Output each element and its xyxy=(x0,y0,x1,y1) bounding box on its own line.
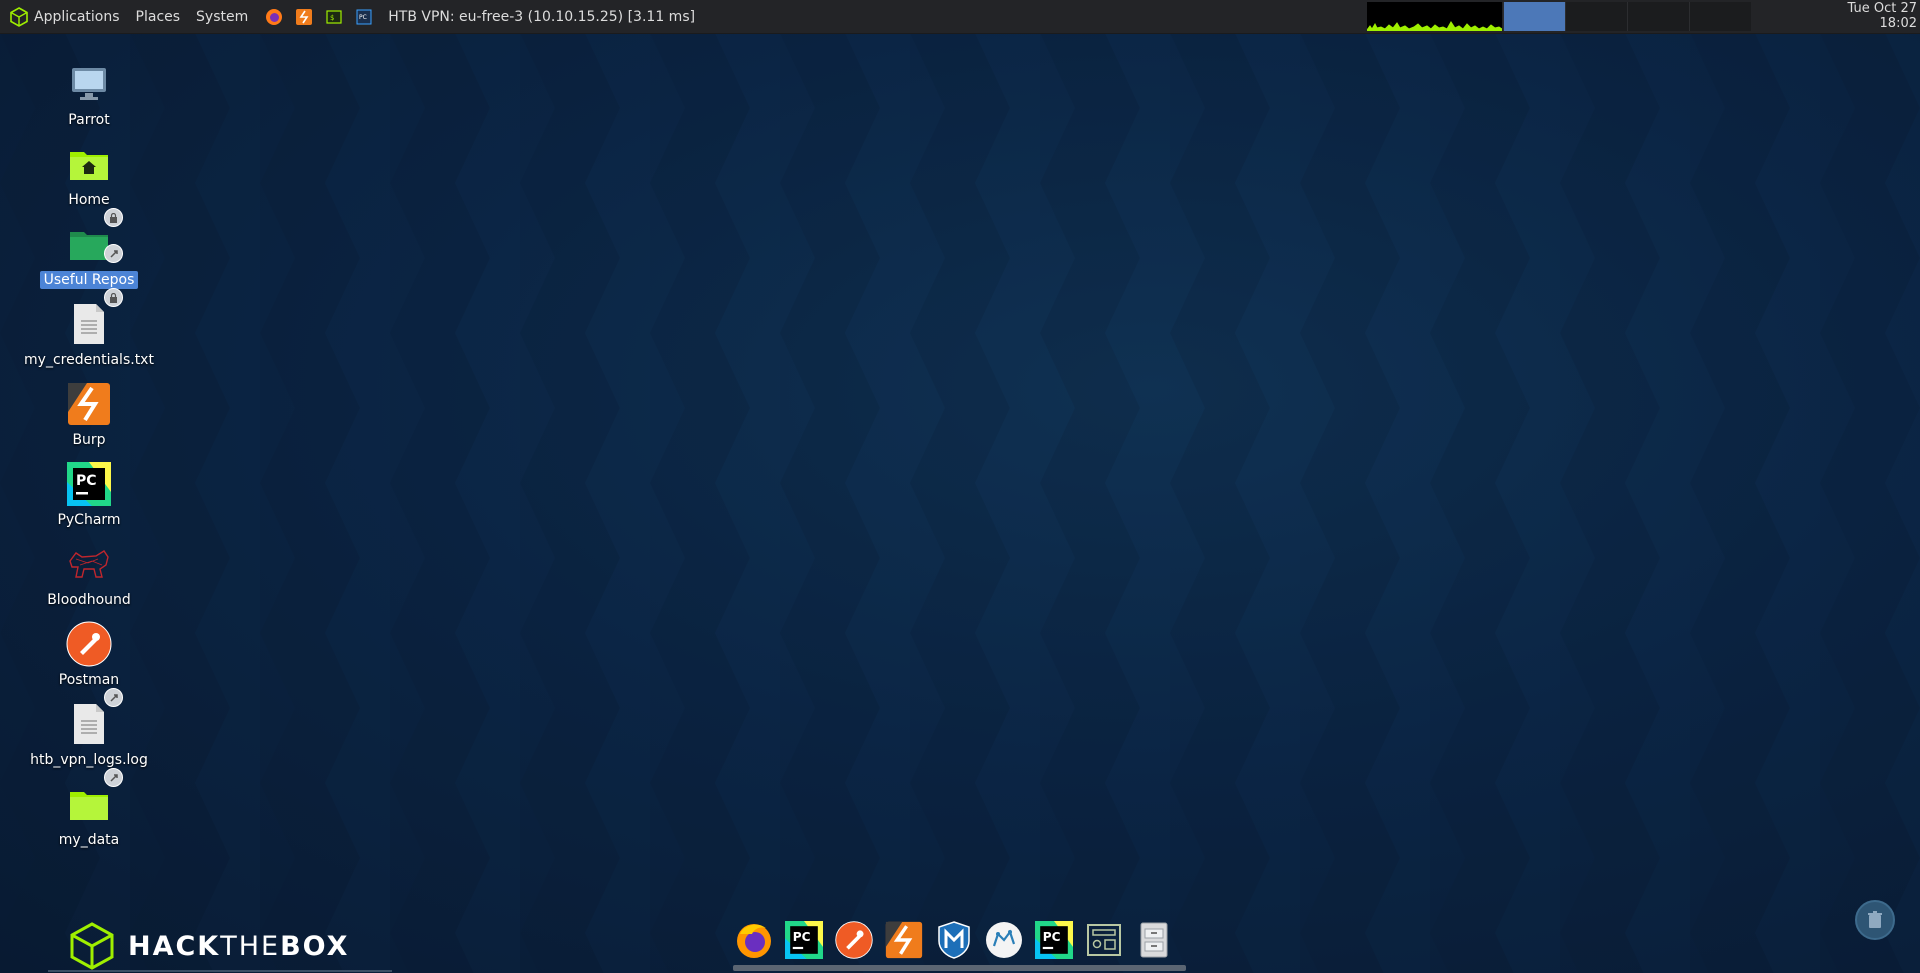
desktop-icon-label: Useful Repos xyxy=(39,271,139,289)
logo-text: HACKTHEBOX xyxy=(128,931,349,962)
desktop-icon-label: my_data xyxy=(58,832,120,848)
desktop-icon-label: Bloodhound xyxy=(47,592,131,608)
workspace-2[interactable] xyxy=(1565,2,1627,31)
logo-box: BOX xyxy=(280,930,350,962)
desktop-icon-my-credentials[interactable]: my_credentials.txt xyxy=(24,288,154,369)
desktop-icon-label: PyCharm xyxy=(57,512,121,528)
applications-label: Applications xyxy=(34,8,120,25)
vpn-status: HTB VPN: eu-free-3 (10.10.15.25) [3.11 m… xyxy=(388,8,696,25)
trash-icon xyxy=(1868,911,1882,928)
desktop-icon-label: htb_vpn_logs.log xyxy=(30,752,148,768)
home-folder-icon xyxy=(65,140,113,188)
hackthebox-logo: HACKTHEBOX xyxy=(70,922,349,970)
trash-button[interactable] xyxy=(1855,900,1895,940)
postman-icon xyxy=(65,620,113,668)
bloodhound-dog-icon xyxy=(65,540,113,588)
wallpaper-pattern xyxy=(0,33,1920,973)
workspace-4[interactable] xyxy=(1689,2,1751,31)
desktop-icon-pycharm[interactable]: PC PyCharm xyxy=(27,460,151,529)
desktop-icon-label: Home xyxy=(68,192,110,208)
clock-date: Tue Oct 27 xyxy=(1847,1,1918,16)
desktop-icon-bloodhound[interactable]: Bloodhound xyxy=(27,540,151,609)
places-label: Places xyxy=(135,8,181,25)
link-emblem-icon xyxy=(104,768,123,787)
desktop-icon-label: my_credentials.txt xyxy=(24,352,154,368)
system-label: System xyxy=(196,8,249,25)
desktop-icon-useful-repos[interactable]: Useful Repos xyxy=(27,208,151,289)
dock-burp[interactable] xyxy=(884,920,924,960)
firefox-launcher[interactable] xyxy=(264,7,284,27)
terminal-launcher[interactable]: $ xyxy=(324,7,344,27)
dashboard-panel-icon xyxy=(1087,924,1121,956)
desktop-icon-my-data[interactable]: my_data xyxy=(27,768,151,849)
desktop-icon-htb-vpn-logs[interactable]: htb_vpn_logs.log xyxy=(27,688,151,769)
parrot-cube-icon xyxy=(10,6,28,27)
postman-icon xyxy=(835,921,873,959)
computer-icon xyxy=(65,60,113,108)
svg-text:PC: PC xyxy=(793,930,811,944)
desktop-icon-burp[interactable]: Burp xyxy=(27,380,151,449)
places-menu[interactable]: Places xyxy=(136,9,181,25)
firefox-icon xyxy=(266,8,283,25)
burp-launcher[interactable] xyxy=(294,7,314,27)
firefox-icon xyxy=(737,924,771,958)
applications-menu[interactable]: Applications xyxy=(10,6,120,27)
clock[interactable]: Tue Oct 27 18:02 xyxy=(1848,1,1918,31)
link-emblem-icon xyxy=(104,688,123,707)
link-emblem-icon xyxy=(104,244,123,263)
dock-firefox[interactable] xyxy=(734,920,774,960)
burp-icon xyxy=(885,921,923,959)
burp-icon xyxy=(65,380,113,428)
dock-pycharm-2[interactable]: PC xyxy=(1034,920,1074,960)
text-file-icon xyxy=(65,688,123,748)
lock-emblem-icon xyxy=(104,288,123,307)
dock-pycharm[interactable]: PC xyxy=(784,920,824,960)
pycharm-icon: PC xyxy=(356,9,372,24)
desktop-icon-label: Burp xyxy=(72,432,106,448)
pycharm-icon: PC xyxy=(1035,921,1073,959)
dock: PC PC xyxy=(734,915,1174,965)
svg-text:PC: PC xyxy=(76,473,97,489)
desktop-icon-label: Postman xyxy=(58,672,120,688)
folder-icon xyxy=(65,208,123,268)
clock-time: 18:02 xyxy=(1879,16,1917,31)
dock-metasploit[interactable] xyxy=(934,920,974,960)
folder-icon xyxy=(65,768,123,828)
dock-bloodhound[interactable] xyxy=(984,920,1024,960)
workspace-3[interactable] xyxy=(1627,2,1689,31)
file-cabinet-icon xyxy=(1140,922,1168,958)
dock-shelf xyxy=(733,965,1186,971)
terminal-icon: $ xyxy=(326,9,342,24)
pycharm-icon: PC xyxy=(65,460,113,508)
desktop-icon-home[interactable]: Home xyxy=(27,140,151,209)
text-file-icon xyxy=(65,288,123,348)
dock-dashboard[interactable] xyxy=(1084,920,1124,960)
logo-the: THE xyxy=(220,930,281,962)
pycharm-launcher[interactable]: PC xyxy=(354,7,374,27)
system-menu[interactable]: System xyxy=(196,9,248,25)
workspace-1[interactable] xyxy=(1503,2,1565,31)
logo-hack: HACK xyxy=(128,930,221,962)
system-monitor-graph[interactable] xyxy=(1367,2,1502,31)
dock-postman[interactable] xyxy=(834,920,874,960)
svg-text:PC: PC xyxy=(359,14,367,21)
desktop-icon-label: Parrot xyxy=(68,112,110,128)
metasploit-shield-icon xyxy=(938,921,970,959)
bloodhound-icon xyxy=(986,922,1022,958)
workspace-switcher[interactable] xyxy=(1503,2,1751,31)
svg-text:$: $ xyxy=(330,14,334,22)
burp-icon xyxy=(296,8,313,25)
svg-text:PC: PC xyxy=(1043,930,1061,944)
lock-emblem-icon xyxy=(104,208,123,227)
htb-cube-icon xyxy=(70,922,114,970)
top-panel: Applications Places System $ PC HTB VPN:… xyxy=(0,0,1920,34)
pycharm-icon: PC xyxy=(785,921,823,959)
dock-file-cabinet[interactable] xyxy=(1134,920,1174,960)
desktop-icon-postman[interactable]: Postman xyxy=(27,620,151,689)
desktop-icon-parrot[interactable]: Parrot xyxy=(27,60,151,129)
logo-underline xyxy=(48,970,392,972)
